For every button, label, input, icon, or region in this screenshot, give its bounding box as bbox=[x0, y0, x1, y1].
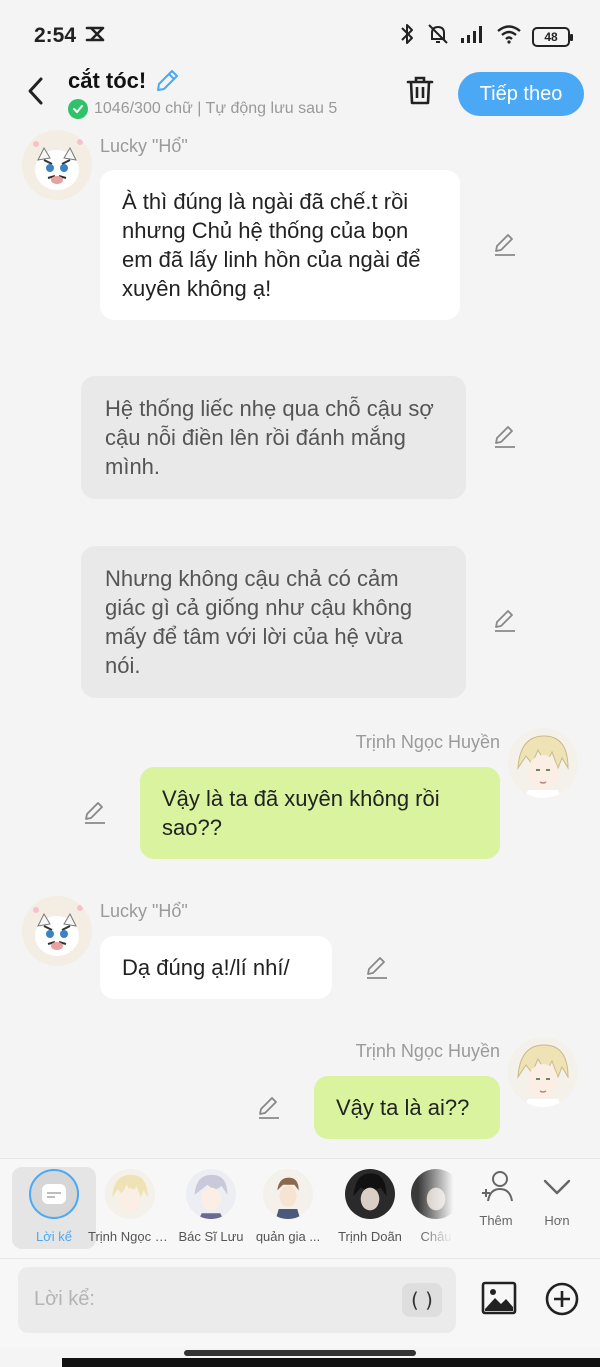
chat-area[interactable]: Lucky "Hổ" À thì đúng là ngài đã chế.t r… bbox=[0, 128, 600, 1158]
avatar-trinh-ngoc-huyen[interactable] bbox=[508, 1037, 578, 1107]
trash-icon bbox=[406, 76, 434, 105]
edit-message-button[interactable] bbox=[492, 232, 518, 258]
input-bar: Lời kể: ( ) bbox=[0, 1258, 600, 1348]
avatar bbox=[263, 1169, 313, 1219]
parentheses-button[interactable]: ( ) bbox=[402, 1283, 442, 1317]
edit-message-button[interactable] bbox=[492, 608, 518, 634]
edit-message-button[interactable] bbox=[256, 1095, 282, 1121]
avatar bbox=[105, 1169, 155, 1219]
edit-message-button[interactable] bbox=[492, 424, 518, 450]
story-title: cắt tóc! bbox=[68, 68, 147, 93]
edit-message-button[interactable] bbox=[364, 955, 390, 981]
avatar-lucky-ho[interactable] bbox=[22, 896, 92, 966]
message-bubble[interactable]: Vậy ta là ai?? bbox=[314, 1076, 500, 1139]
sender-name: Lucky "Hổ" bbox=[100, 901, 188, 921]
image-icon bbox=[481, 1281, 517, 1315]
message-bubble[interactable]: À thì đúng là ngài đã chế.t rồi nhưng Ch… bbox=[100, 170, 460, 320]
signal-icon bbox=[460, 24, 486, 49]
pencil-icon bbox=[495, 610, 515, 632]
word-count-text: 1046/300 chữ | Tự động lưu sau 5 bbox=[94, 100, 338, 117]
character-quan-gia[interactable]: quản gia ... bbox=[246, 1167, 330, 1249]
status-time: 2:54 bbox=[34, 24, 77, 47]
pencil-icon bbox=[259, 1097, 279, 1119]
trash-button[interactable] bbox=[404, 74, 436, 111]
character-label: Trịnh Ngọc Huyền bbox=[88, 1229, 172, 1244]
avatar bbox=[186, 1169, 236, 1219]
add-character-button[interactable]: Thêm bbox=[466, 1167, 526, 1249]
message-bubble[interactable]: Dạ đúng ạ!/lí nhí/ bbox=[100, 936, 332, 999]
character-label: quản gia ... bbox=[255, 1229, 321, 1244]
chevron-left-icon bbox=[28, 77, 43, 105]
status-icons: 48 bbox=[398, 22, 573, 51]
message-input[interactable]: Lời kể: ( ) bbox=[18, 1267, 456, 1333]
plus-circle-icon bbox=[545, 1282, 579, 1316]
add-label: Thêm bbox=[479, 1213, 513, 1228]
capcut-icon bbox=[84, 24, 106, 49]
pencil-icon bbox=[85, 802, 105, 824]
back-button[interactable] bbox=[18, 74, 52, 108]
chevron-down-icon bbox=[543, 1179, 571, 1195]
battery-indicator: 48 bbox=[532, 26, 573, 47]
pencil-icon bbox=[495, 234, 515, 256]
home-indicator bbox=[184, 1350, 416, 1356]
next-button[interactable]: Tiếp theo bbox=[458, 72, 584, 116]
sender-name: Trịnh Ngọc Huyền bbox=[355, 732, 500, 752]
narration-icon bbox=[29, 1169, 79, 1219]
narration-bubble[interactable]: Nhưng không cậu chả có cảm giác gì cả gi… bbox=[81, 546, 466, 698]
avatar-lucky-ho[interactable] bbox=[22, 130, 92, 200]
image-button[interactable] bbox=[480, 1279, 518, 1322]
pencil-icon bbox=[367, 957, 387, 979]
message-bubble[interactable]: Vậy là ta đã xuyên không rồi sao?? bbox=[140, 767, 500, 859]
character-bac-si-luu[interactable]: Bác Sĩ Lưu bbox=[169, 1167, 253, 1249]
bluetooth-icon bbox=[398, 22, 416, 51]
character-label: Lời kể bbox=[36, 1229, 72, 1244]
check-icon bbox=[68, 99, 88, 119]
pencil-icon bbox=[495, 426, 515, 448]
save-status: 1046/300 chữ | Tự động lưu sau 5 bbox=[68, 99, 380, 119]
scroll-fade bbox=[418, 1159, 462, 1259]
character-narrator[interactable]: Lời kể bbox=[12, 1167, 96, 1249]
pencil-icon[interactable] bbox=[154, 68, 180, 99]
input-placeholder: Lời kể: bbox=[34, 1288, 95, 1310]
character-trinh-ngoc-huyen[interactable]: Trịnh Ngọc Huyền bbox=[88, 1167, 172, 1249]
sender-name: Lucky "Hổ" bbox=[100, 136, 188, 156]
nav-strip bbox=[62, 1358, 600, 1367]
add-person-icon bbox=[482, 1171, 513, 1202]
wifi-icon bbox=[496, 24, 522, 49]
edit-message-button[interactable] bbox=[82, 800, 108, 826]
more-label: Hơn bbox=[544, 1213, 570, 1228]
character-bar: Lời kể Trịnh Ngọc Huyền Bác Sĩ Lưu quản … bbox=[0, 1158, 600, 1259]
status-bar: 2:54 48 bbox=[0, 0, 600, 70]
avatar-trinh-ngoc-huyen[interactable] bbox=[508, 728, 578, 798]
narration-bubble[interactable]: Hệ thống liếc nhẹ qua chỗ cậu sợ cậu nỗi… bbox=[81, 376, 466, 499]
avatar bbox=[345, 1169, 395, 1219]
mute-bell-icon bbox=[426, 22, 450, 51]
editor-header: cắt tóc! 1046/300 chữ | Tự động lưu sau … bbox=[0, 62, 600, 128]
character-label: Bác Sĩ Lưu bbox=[178, 1229, 244, 1244]
more-button[interactable]: Hơn bbox=[527, 1167, 587, 1249]
sender-name: Trịnh Ngọc Huyền bbox=[355, 1041, 500, 1061]
add-button[interactable] bbox=[544, 1281, 580, 1322]
